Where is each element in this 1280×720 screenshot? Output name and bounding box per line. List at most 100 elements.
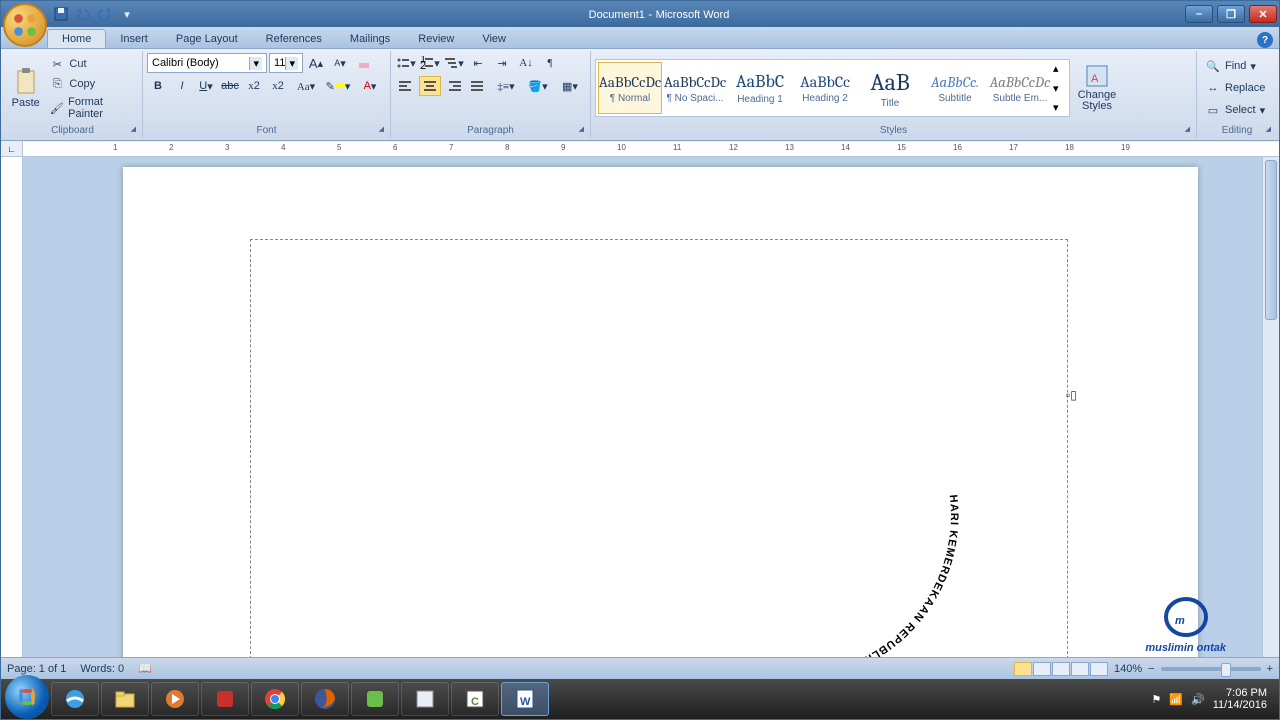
office-button[interactable] [3,3,47,47]
horizontal-ruler[interactable]: 12345678910111213141516171819 [23,142,1279,156]
highlight-button[interactable]: ✎▾ [323,76,353,96]
minimize-button[interactable]: – [1185,5,1213,23]
shading-button[interactable]: 🪣▾ [523,76,553,96]
status-page[interactable]: Page: 1 of 1 [7,663,66,675]
svg-text:C: C [471,696,479,708]
copy-button[interactable]: ⎘Copy [46,75,138,93]
tray-clock[interactable]: 7:06 PM 11/14/2016 [1213,687,1267,711]
tb-chrome[interactable] [251,682,299,716]
tab-view[interactable]: View [468,30,520,48]
align-left-button[interactable] [395,76,417,96]
tray-volume-icon[interactable]: 🔊 [1191,693,1205,706]
wordart-text[interactable]: HARI KEMERDEKAAN REPUBLIK INDONESIA [586,310,996,657]
tab-selector[interactable]: ∟ [1,141,23,157]
tb-app4[interactable]: C [451,682,499,716]
close-button[interactable]: ✕ [1249,5,1277,23]
align-center-button[interactable] [419,76,441,96]
subscript-button[interactable]: x2 [243,76,265,96]
tb-app1[interactable] [201,682,249,716]
align-right-button[interactable] [443,76,465,96]
view-print-layout[interactable] [1014,662,1032,676]
tb-media[interactable] [151,682,199,716]
tab-mailings[interactable]: Mailings [336,30,404,48]
status-words[interactable]: Words: 0 [80,663,124,675]
redo-icon[interactable] [97,6,113,22]
gallery-scroll[interactable]: ▴▾▾ [1053,62,1067,114]
help-icon[interactable]: ? [1257,32,1273,48]
format-painter-button[interactable]: 🖌Format Painter [46,95,138,121]
justify-button[interactable] [467,76,489,96]
borders-button[interactable]: ▦▾ [555,76,585,96]
grow-font-button[interactable]: A▴ [305,53,327,73]
select-button[interactable]: ▭Select ▾ [1201,100,1269,120]
clear-format-button[interactable] [353,53,375,73]
change-case-button[interactable]: Aa▾ [291,76,321,96]
start-button[interactable] [5,675,49,719]
line-spacing-button[interactable]: ‡≡▾ [491,76,521,96]
wordart-frame[interactable]: HARI KEMERDEKAAN REPUBLIK INDONESIA ▫▯ [250,239,1068,657]
style-subtle-em[interactable]: AaBbCcDcSubtle Em... [988,62,1052,114]
tb-explorer[interactable] [101,682,149,716]
numbering-button[interactable]: 12▾ [419,53,441,73]
style-normal[interactable]: AaBbCcDc¶ Normal [598,62,662,114]
bullets-button[interactable]: ▾ [395,53,417,73]
tb-firefox[interactable] [301,682,349,716]
zoom-level[interactable]: 140% [1114,663,1142,675]
save-icon[interactable] [53,6,69,22]
style-subtitle[interactable]: AaBbCc.Subtitle [923,62,987,114]
view-web[interactable] [1052,662,1070,676]
font-color-button[interactable]: A▾ [355,76,385,96]
zoom-slider[interactable] [1161,667,1261,671]
vertical-ruler[interactable] [1,157,23,657]
styles-label: Styles [595,123,1192,138]
status-proof-icon[interactable]: 📖 [138,662,152,675]
styles-gallery[interactable]: AaBbCcDc¶ Normal AaBbCcDc¶ No Spaci... A… [595,59,1070,117]
style-heading2[interactable]: AaBbCcHeading 2 [793,62,857,114]
paste-icon [14,67,38,95]
tb-word[interactable]: W [501,682,549,716]
font-name-combo[interactable]: Calibri (Body) [147,53,267,73]
style-heading1[interactable]: AaBbCHeading 1 [728,62,792,114]
change-styles-button[interactable]: A Change Styles [1072,60,1122,116]
replace-button[interactable]: ↔Replace [1201,78,1269,98]
undo-icon[interactable] [75,6,91,22]
maximize-button[interactable]: ❐ [1217,5,1245,23]
tab-review[interactable]: Review [404,30,468,48]
decrease-indent-button[interactable]: ⇤ [467,53,489,73]
tb-app3[interactable] [401,682,449,716]
shrink-font-button[interactable]: A▾ [329,53,351,73]
superscript-button[interactable]: x2 [267,76,289,96]
find-button[interactable]: 🔍Find ▾ [1201,56,1269,76]
tab-references[interactable]: References [252,30,336,48]
document-area[interactable]: HARI KEMERDEKAAN REPUBLIK INDONESIA ▫▯ [23,157,1262,657]
style-title[interactable]: AaBTitle [858,62,922,114]
tab-home[interactable]: Home [47,29,106,48]
qat-dropdown-icon[interactable]: ▾ [119,6,135,22]
tb-app2[interactable] [351,682,399,716]
multilevel-button[interactable]: ▾ [443,53,465,73]
tab-page-layout[interactable]: Page Layout [162,30,252,48]
scroll-thumb[interactable] [1265,160,1277,320]
tb-ie[interactable] [51,682,99,716]
bold-button[interactable]: B [147,76,169,96]
tray-flag-icon[interactable]: ⚑ [1151,693,1161,706]
resize-handle[interactable]: ▫▯ [1066,388,1077,402]
view-full-screen[interactable] [1033,662,1051,676]
underline-button[interactable]: U▾ [195,76,217,96]
sort-button[interactable]: A↓ [515,53,537,73]
tray-network-icon[interactable]: 📶 [1169,693,1183,706]
style-no-spacing[interactable]: AaBbCcDc¶ No Spaci... [663,62,727,114]
increase-indent-button[interactable]: ⇥ [491,53,513,73]
italic-button[interactable]: I [171,76,193,96]
tab-insert[interactable]: Insert [106,30,162,48]
vertical-scrollbar[interactable] [1262,157,1279,657]
view-draft[interactable] [1090,662,1108,676]
strike-button[interactable]: abc [219,76,241,96]
show-marks-button[interactable]: ¶ [539,53,561,73]
view-outline[interactable] [1071,662,1089,676]
font-size-combo[interactable]: 11 [269,53,303,73]
zoom-out-button[interactable]: − [1148,663,1154,675]
zoom-in-button[interactable]: + [1267,663,1273,675]
paste-button[interactable]: Paste [7,63,44,113]
cut-button[interactable]: ✂Cut [46,55,138,73]
